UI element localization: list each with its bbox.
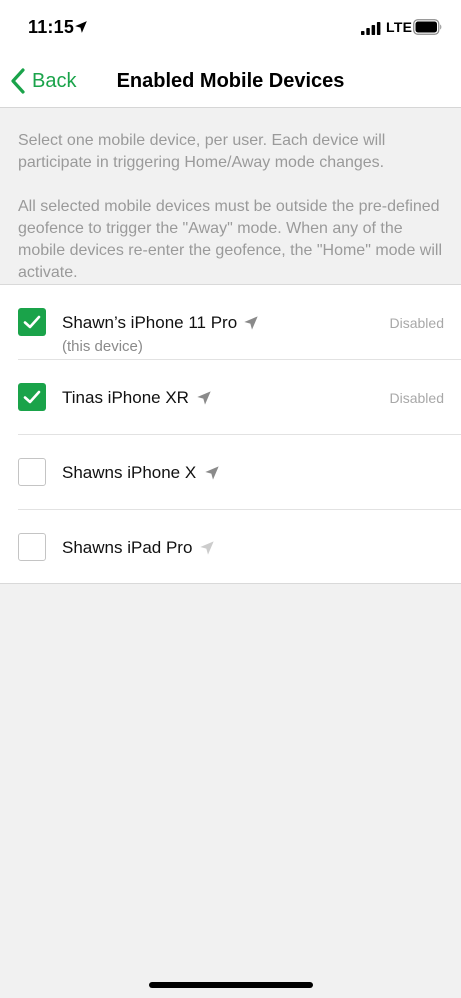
navigation-bar: Back Enabled Mobile Devices [0, 56, 461, 108]
checkmark-icon [23, 315, 41, 329]
device-subtitle: (this device) [62, 338, 143, 355]
network-label: LTE [386, 19, 413, 35]
device-row[interactable]: Tinas iPhone XR Disabled [0, 360, 461, 435]
location-arrow-icon [197, 391, 211, 405]
description-paragraph-1: Select one mobile device, per user. Each… [18, 132, 386, 171]
device-name: Tinas iPhone XR [62, 388, 189, 407]
location-arrow-icon [200, 541, 214, 555]
status-bar: 11:15 LTE [0, 0, 461, 56]
device-checkbox[interactable] [18, 533, 46, 561]
location-arrow-icon [205, 466, 219, 480]
device-row[interactable]: Shawns iPad Pro [0, 510, 461, 585]
battery-icon [413, 19, 442, 35]
device-name: Shawns iPhone X [62, 463, 197, 482]
location-arrow-icon [75, 21, 87, 33]
device-name: Shawn’s iPhone 11 Pro [62, 313, 238, 332]
location-arrow-icon [244, 316, 258, 330]
page-title-text: Enabled Mobile Devices [116, 70, 345, 92]
checkmark-icon [23, 390, 41, 404]
device-row[interactable]: Shawns iPhone X [0, 435, 461, 510]
page-title: Enabled Mobile Devices [0, 70, 461, 93]
cellular-signal-icon [361, 22, 381, 35]
device-checkbox[interactable] [18, 308, 46, 336]
home-indicator[interactable] [149, 982, 313, 988]
description: Select one mobile device, per user. Each… [18, 130, 448, 284]
device-status: Disabled [389, 390, 444, 406]
device-row[interactable]: Shawn’s iPhone 11 Pro Disabled (this dev… [0, 285, 461, 360]
device-status: Disabled [389, 315, 444, 331]
device-checkbox[interactable] [18, 383, 46, 411]
device-list: Shawn’s iPhone 11 Pro Disabled (this dev… [0, 284, 461, 584]
device-name: Shawns iPad Pro [62, 538, 193, 557]
description-paragraph-2: All selected mobile devices must be outs… [18, 198, 443, 281]
device-checkbox[interactable] [18, 458, 46, 486]
status-time: 11:15 [28, 17, 75, 37]
